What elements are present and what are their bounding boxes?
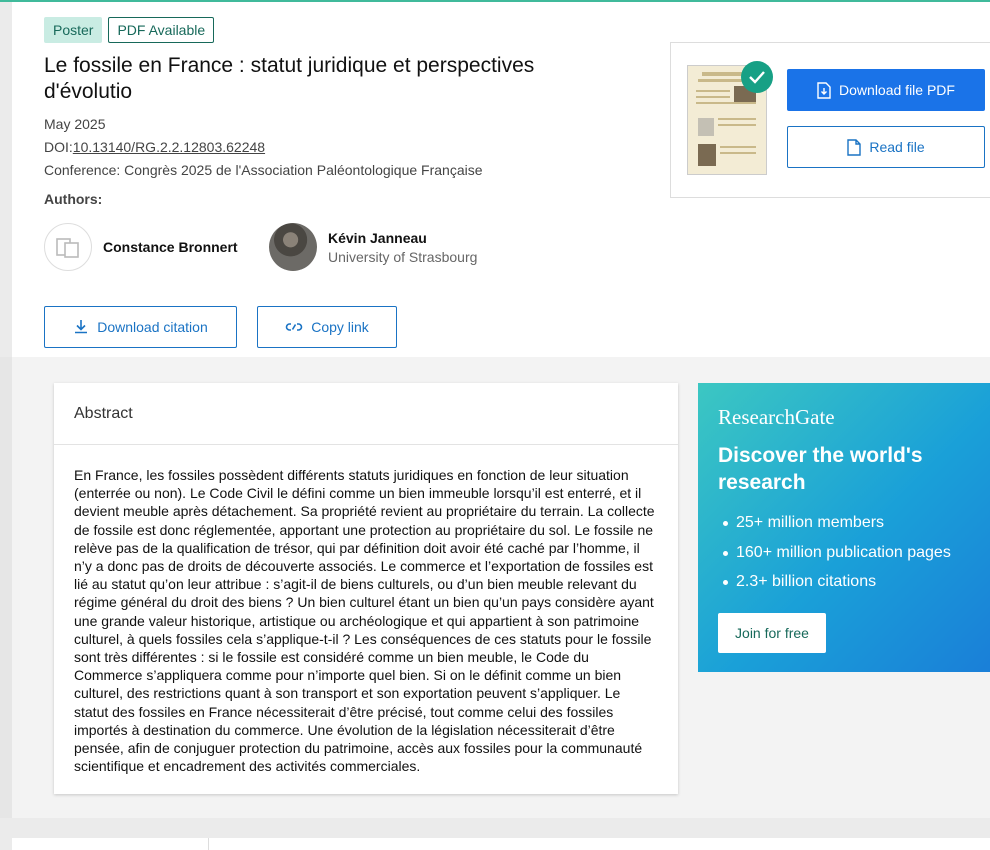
- author-name: Constance Bronnert: [103, 239, 238, 255]
- download-citation-label: Download citation: [97, 319, 208, 335]
- authors-label: Authors:: [44, 191, 103, 207]
- abstract-text: En France, les fossiles possèdent différ…: [74, 467, 655, 775]
- researchgate-promo: ResearchGate Discover the world's resear…: [698, 383, 990, 672]
- doi-label: DOI:: [44, 139, 73, 155]
- file-icon: [847, 138, 862, 156]
- read-file-label: Read file: [869, 139, 925, 155]
- poster-badge: Poster: [44, 17, 103, 43]
- list-item: 25+ million members: [718, 508, 970, 538]
- list-item: 2.3+ billion citations: [718, 567, 970, 597]
- doi-link[interactable]: 10.13140/RG.2.2.12803.62248: [73, 139, 265, 155]
- promo-title: Discover the world's research: [718, 444, 923, 494]
- abstract-card: Abstract En France, les fossiles possède…: [54, 383, 678, 794]
- author-name: Kévin Janneau: [328, 229, 427, 246]
- list-item: 160+ million publication pages: [718, 538, 970, 568]
- read-file-button[interactable]: Read file: [787, 126, 985, 168]
- download-pdf-button[interactable]: Download file PDF: [787, 69, 985, 111]
- download-citation-button[interactable]: Download citation: [44, 306, 237, 348]
- page-title: Le fossile en France : statut juridique …: [44, 54, 535, 103]
- left-gutter: [0, 357, 12, 818]
- download-pdf-label: Download file PDF: [839, 82, 955, 98]
- promo-bullets: 25+ million members 160+ million publica…: [718, 508, 970, 597]
- author-card[interactable]: Kévin Janneau University of Strasbourg: [269, 223, 477, 271]
- download-icon: [75, 320, 88, 334]
- badge-row: Poster PDF Available: [44, 17, 215, 43]
- pdf-available-badge: PDF Available: [108, 17, 215, 43]
- doi-row: DOI:10.13140/RG.2.2.12803.62248: [44, 139, 265, 155]
- file-download-icon: [817, 81, 831, 99]
- copy-link-label: Copy link: [311, 319, 369, 335]
- bottom-tab[interactable]: [12, 838, 209, 850]
- join-for-free-button[interactable]: Join for free: [718, 612, 826, 653]
- conference-info: Conference: Congrès 2025 de l'Associatio…: [44, 162, 483, 178]
- abstract-heading: Abstract: [54, 383, 678, 445]
- checkmark-icon: [741, 61, 773, 93]
- copy-link-button[interactable]: Copy link: [257, 306, 397, 348]
- author-institution: University of Strasbourg: [328, 248, 478, 265]
- link-icon: [285, 323, 303, 331]
- avatar-placeholder-icon: [44, 223, 92, 271]
- file-panel: Download file PDF Read file: [670, 42, 990, 198]
- avatar: [269, 223, 317, 271]
- author-card[interactable]: Constance Bronnert: [44, 223, 238, 271]
- publication-date: May 2025: [44, 116, 106, 132]
- researchgate-logo: ResearchGate: [718, 405, 835, 429]
